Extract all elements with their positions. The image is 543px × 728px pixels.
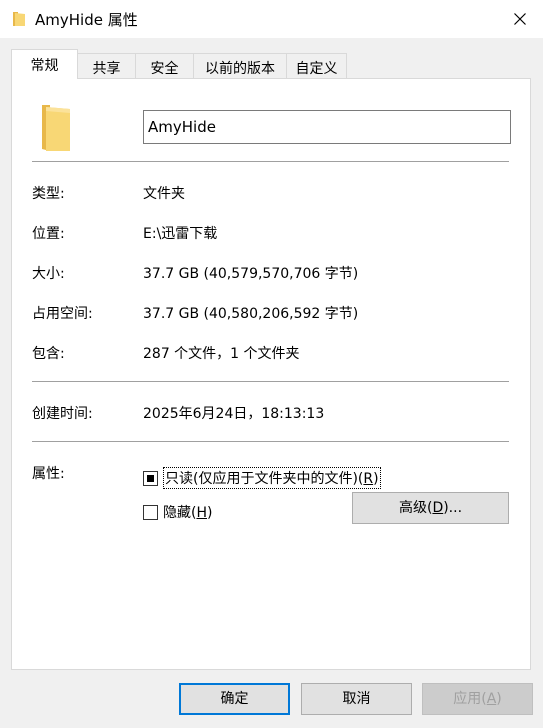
cancel-button[interactable]: 取消 [301,683,412,715]
attributes-label: 属性: [32,466,65,482]
apply-key: A [486,691,497,707]
ok-label: 确定 [220,691,249,707]
contains-value: 287 个文件，1 个文件夹 [143,346,300,362]
tab-label: 安全 [150,61,179,77]
tab-security[interactable]: 安全 [135,53,194,78]
folder-icon [13,12,25,26]
separator [32,161,509,162]
created-label: 创建时间: [32,406,93,422]
hidden-text: 隐藏( [163,505,197,521]
advanced-text: 高级( [398,500,433,516]
advanced-key: D [432,500,444,516]
readonly-checkbox-row[interactable]: 只读(仅应用于文件夹中的文件)(R) [143,467,381,489]
tab-label: 常规 [30,58,59,74]
close-button[interactable] [497,0,543,38]
title-bar: AmyHide 属性 [0,0,543,38]
readonly-close: ) [373,471,379,487]
advanced-close: )... [443,500,463,516]
type-label: 类型: [32,186,65,202]
folder-name-input[interactable] [143,110,511,144]
apply-text: 应用( [453,691,487,707]
ok-button[interactable]: 确定 [179,683,290,715]
type-value: 文件夹 [143,186,185,202]
cancel-label: 取消 [342,691,371,707]
hidden-checkbox-row[interactable]: 隐藏(H) [143,502,212,522]
tab-label: 以前的版本 [205,61,275,77]
tab-sharing[interactable]: 共享 [77,53,136,78]
tab-label: 自定义 [295,61,338,77]
tab-general[interactable]: 常规 [11,49,78,79]
folder-icon [42,105,70,151]
general-panel: 类型: 文件夹 位置: E:\迅雷下载 大小: 37.7 GB (40,579,… [11,78,531,670]
apply-close: ) [496,691,502,707]
hidden-checkbox[interactable] [143,504,158,520]
tab-label: 共享 [92,61,121,77]
apply-button[interactable]: 应用(A) [422,683,533,715]
window-title: AmyHide 属性 [35,11,138,29]
size-value: 37.7 GB (40,579,570,706 字节) [143,266,359,282]
tab-previous-versions[interactable]: 以前的版本 [193,53,287,78]
tab-customize[interactable]: 自定义 [286,53,347,78]
hidden-checkbox-label: 隐藏(H) [163,502,212,522]
properties-window: AmyHide 属性 常规 共享 安全 以前的版本 自定义 类型: 文件夹 位置… [0,0,543,728]
separator [32,381,509,382]
disk-size-label: 占用空间: [32,306,93,322]
location-label: 位置: [32,226,65,242]
hidden-key: H [196,505,207,521]
created-value: 2025年6月24日，18:13:13 [143,406,325,422]
size-label: 大小: [32,266,65,282]
separator [32,441,509,442]
disk-size-value: 37.7 GB (40,580,206,592 字节) [143,306,359,322]
contains-label: 包含: [32,346,65,362]
hidden-close: ) [207,505,213,521]
readonly-text: 只读(仅应用于文件夹中的文件)( [165,471,364,487]
readonly-key: R [363,471,374,487]
readonly-checkbox[interactable] [143,470,158,486]
close-icon [514,13,526,25]
advanced-button[interactable]: 高级(D)... [352,492,509,524]
location-value: E:\迅雷下载 [143,226,218,242]
readonly-checkbox-label: 只读(仅应用于文件夹中的文件)(R) [163,467,381,489]
